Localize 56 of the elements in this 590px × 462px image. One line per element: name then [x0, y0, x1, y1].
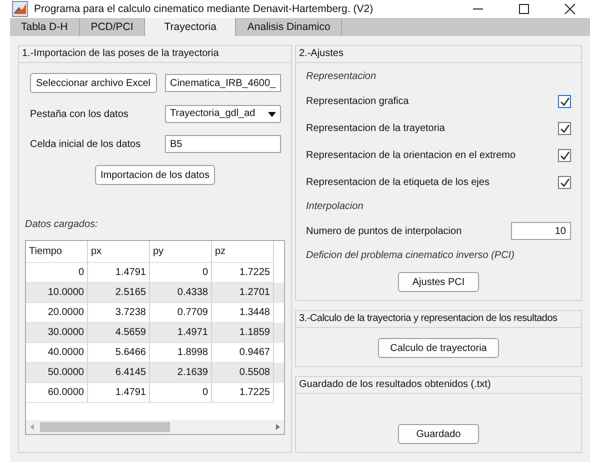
table-cell: 60.0000 — [26, 383, 88, 403]
section-heading: Representacion — [306, 71, 378, 82]
table-cell: 0 — [150, 383, 212, 403]
column-header: py — [150, 241, 212, 263]
points-label: Numero de puntos de interpolacion — [306, 226, 462, 236]
table-cell: 2.1639 — [150, 363, 212, 383]
table-cell: 6.4145 — [88, 363, 150, 383]
maximize-icon[interactable] — [518, 3, 530, 15]
table-cell: 4.5659 — [88, 323, 150, 343]
calculate-button[interactable]: Calculo de trayectoria — [378, 338, 499, 358]
panel-title: 3.-Calculo de la trayectoria y representacion de los resultados — [296, 311, 581, 328]
table-cell: 1.4791 — [88, 383, 150, 403]
option-label: Representacion de la orientacion en el extremo — [306, 150, 516, 160]
column-header: Tiempo — [26, 241, 88, 263]
panel-title: Guardado de los resultados obtenidos (.txt) — [296, 377, 581, 394]
close-icon[interactable] — [564, 3, 576, 15]
checkbox[interactable] — [558, 148, 571, 162]
section-heading: Deficion del problema cinematico inverso (PCI) — [306, 250, 516, 261]
import-button[interactable]: Importacion de los datos — [94, 165, 216, 185]
checkbox[interactable] — [558, 176, 571, 188]
points-field[interactable]: 10 — [511, 222, 571, 240]
section-heading: Interpolacion — [306, 201, 364, 212]
table-cell: 50.0000 — [26, 363, 88, 383]
checkbox[interactable] — [558, 94, 571, 108]
tab[interactable]: Trayectoria — [145, 18, 236, 36]
file-field[interactable]: Cinematica_IRB_4600_ — [165, 74, 281, 92]
horizontal-scrollbar[interactable] — [26, 420, 284, 434]
panel-title: 2.-Ajustes — [296, 46, 581, 63]
select-file-button[interactable]: Seleccionar archivo Excel — [30, 73, 156, 93]
table-cell: 1.7225 — [212, 383, 274, 403]
checkbox[interactable] — [558, 122, 571, 134]
pci-settings-button[interactable]: Ajustes PCI — [398, 272, 479, 292]
table-cell: 1.2701 — [212, 283, 274, 303]
caret-icon — [268, 112, 276, 116]
sheet-dropdown[interactable]: Trayectoria_gdl_ad — [165, 105, 281, 123]
table-cell: 10.0000 — [26, 283, 88, 303]
cell-label: Celda inicial de los datos — [30, 138, 141, 150]
option-label: Representacion de la etiqueta de los ejes — [306, 176, 490, 188]
table-cell: 2.5165 — [88, 283, 150, 303]
loaded-label: Datos cargados: — [25, 219, 99, 230]
sheet-label: Pestaña con los datos — [30, 108, 128, 120]
option-label: Representacion de la trayetoria — [306, 122, 445, 134]
option-label: Representacion grafica — [306, 96, 409, 106]
scroll-right-icon[interactable] — [276, 424, 280, 430]
table-cell: 1.1859 — [212, 323, 274, 343]
save-button[interactable]: Guardado — [398, 424, 479, 444]
app-icon — [12, 1, 28, 17]
column-header: px — [88, 241, 150, 263]
cell-field[interactable]: B5 — [165, 135, 281, 153]
panel-title: 1.-Importacion de las poses de la trayectoria — [19, 46, 291, 63]
table-cell: 0.4338 — [150, 283, 212, 303]
window-title: Programa para el calculo cinematico mediante Denavit-Hartemberg. (V2) — [34, 3, 374, 15]
table-cell: 30.0000 — [26, 323, 88, 343]
column-header: pz — [212, 241, 274, 263]
table-cell: 0.5508 — [212, 363, 274, 383]
table-cell: 1.4971 — [150, 323, 212, 343]
